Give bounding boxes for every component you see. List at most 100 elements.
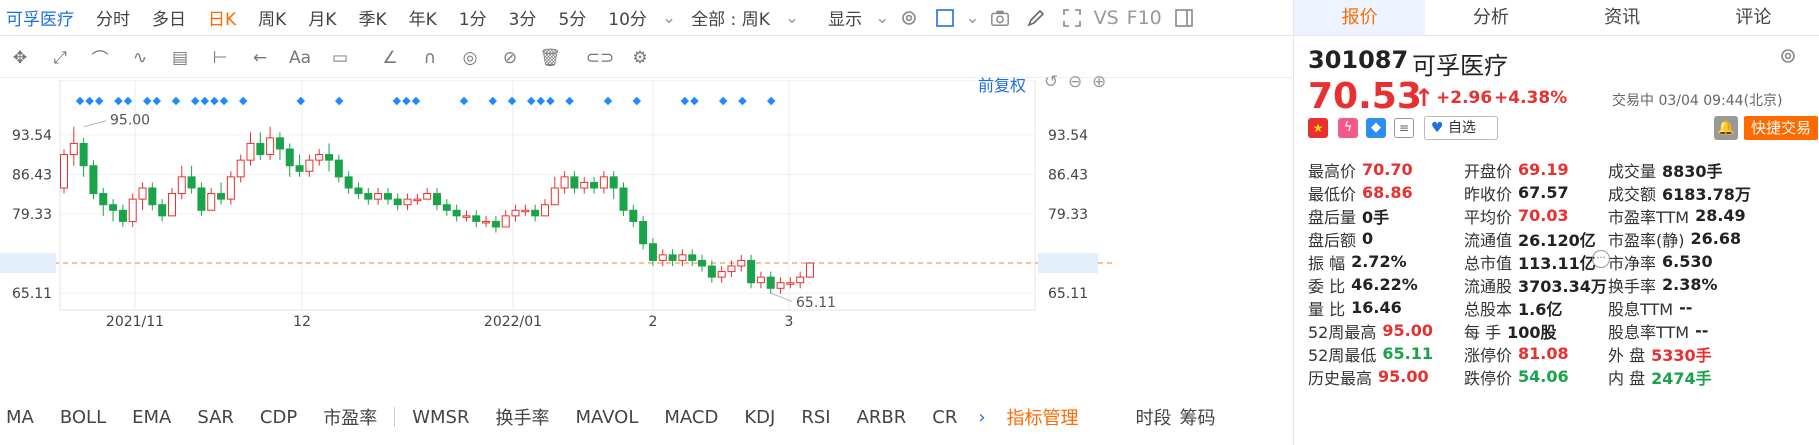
session-button[interactable]: 时段 [1132,404,1176,430]
move-icon[interactable]: ✥ [0,38,40,78]
period-tab-multiday[interactable]: 多日 [141,5,197,30]
ind-tab-cr[interactable]: CR [919,407,970,428]
magnet-icon[interactable]: ∩ [410,38,450,78]
settings-icon[interactable]: ⚙ [620,38,660,78]
tab-quote[interactable]: 报价 [1294,0,1426,35]
panel-settings-gear-icon[interactable] [1778,46,1798,70]
indicator-scroll-right-icon[interactable]: › [970,407,993,428]
quick-trade-button[interactable]: 快捷交易 [1744,116,1818,140]
vs-compare-button[interactable]: VS [1090,7,1123,29]
f10-button[interactable]: F10 [1123,7,1166,29]
event-marker [526,96,536,106]
chart-type-chevron-icon[interactable]: ⌄ [963,8,981,28]
period-tab-5min[interactable]: 5分 [547,5,597,30]
link-icon[interactable]: ⊂⊃ [580,38,620,78]
pencil-icon[interactable] [1026,8,1046,28]
chips-button[interactable]: 筹码 [1176,404,1220,430]
line-icon[interactable]: ⤢ [40,38,80,78]
ind-tab-boll[interactable]: BOLL [47,407,119,428]
polyline-icon[interactable]: ⌒ [80,38,120,78]
fullscreen-icon[interactable] [1062,8,1082,28]
fib-icon[interactable]: ▤ [160,38,200,78]
range-select[interactable]: 全部 : 周K [680,5,781,30]
ind-tab-rsi[interactable]: RSI [788,407,843,428]
candle-body [590,181,599,189]
more-circle-icon[interactable]: ··· [1592,250,1610,268]
arrow-icon[interactable]: ← [240,38,280,78]
period-tab-3min[interactable]: 3分 [498,5,548,30]
x-tick-label: 2021/11 [106,314,164,330]
indicator-divider [394,407,396,427]
period-tab-monthly-k[interactable]: 月K [297,5,347,30]
current-price-tag-left-bg [0,253,56,274]
period-dropdown-chevron-icon[interactable]: ⌄ [658,8,680,28]
event-marker [219,96,229,106]
hide-icon[interactable]: ⊘ [490,38,530,78]
period-tab-1min[interactable]: 1分 [448,5,498,30]
candle-body [334,159,343,178]
period-tab-yearly-k[interactable]: 年K [398,5,448,30]
alert-bell-icon[interactable]: 🔔 [1714,116,1738,140]
comment-icon[interactable]: ▭ [320,38,360,78]
note-icon[interactable]: ≡ [1394,118,1414,138]
adjust-mode-label[interactable]: 前复权 [978,72,1026,96]
camera-icon[interactable] [990,8,1010,28]
candle-body [678,254,687,261]
stat-value: 26.68 [1690,229,1742,248]
period-tab-10min[interactable]: 10分 [597,5,658,30]
period-tab-weekly-k[interactable]: 周K [247,5,297,30]
period-tab-quarterly-k[interactable]: 季K [347,5,397,30]
tab-comments[interactable]: 评论 [1688,0,1819,35]
tag-icon[interactable]: ◆ [1366,118,1386,138]
eye-icon[interactable]: ◎ [450,38,490,78]
zoom-in-icon[interactable]: ⊕ [1092,72,1106,92]
ind-tab-ma[interactable]: MA [0,407,47,428]
candle-body [629,209,638,222]
trash-icon[interactable]: 🗑 [530,38,570,78]
side-panel-toggle-icon[interactable] [1174,8,1194,28]
kline-chart[interactable]: 93.5493.5486.4386.4379.3379.3370.5370.53… [0,72,1293,398]
stat-label: 历史最高 [1308,368,1373,388]
lightning-icon[interactable]: ϟ [1338,118,1358,138]
display-menu[interactable]: 显示 [817,5,873,30]
y-tick-label-right: 93.54 [1048,128,1088,144]
stat-item: 内 盘 2474手 [1608,365,1712,388]
price-change-pct: +4.38% [1494,88,1568,108]
tab-news[interactable]: 资讯 [1557,0,1688,35]
zoom-out-icon[interactable]: ⊖ [1068,72,1082,92]
undo-icon[interactable]: ↺ [1044,72,1058,92]
period-tab-daily-k[interactable]: 日K [197,5,247,30]
candle-body [756,276,765,284]
ind-tab-arbr[interactable]: ARBR [844,407,920,428]
stat-label: 52周最低 [1308,345,1377,365]
settings-gear-icon[interactable] [899,8,919,28]
ind-tab-pe[interactable]: 市盈率 [310,404,390,430]
stock-name-tab[interactable]: 可孚医疗 [0,5,85,30]
stat-value: 5330手 [1651,345,1712,365]
kline-svg[interactable]: 93.5493.5486.4386.4379.3379.3370.5370.53… [0,79,1293,398]
candle-body [393,198,402,206]
indicator-manage-button[interactable]: 指标管理 [994,404,1092,430]
ind-tab-turnover[interactable]: 换手率 [482,404,562,430]
range-chevron-down-icon[interactable]: ⌄ [781,8,803,28]
ind-tab-mavol[interactable]: MAVOL [562,407,651,428]
ruler-icon[interactable]: ∠ [370,38,410,78]
wave-icon[interactable]: ∿ [120,38,160,78]
ind-tab-cdp[interactable]: CDP [247,407,310,428]
ind-tab-macd[interactable]: MACD [651,407,731,428]
chart-type-square-icon[interactable] [935,8,955,28]
stat-value: 100股 [1507,322,1557,342]
ind-tab-ema[interactable]: EMA [119,407,184,428]
event-marker [152,96,162,106]
candle-body [707,265,716,278]
ind-tab-sar[interactable]: SAR [184,407,247,428]
range-icon[interactable]: ⊢ [200,38,240,78]
display-chevron-down-icon[interactable]: ⌄ [873,8,891,28]
period-tab-fenshi[interactable]: 分时 [85,5,141,30]
candle-body [766,276,775,289]
text-tool[interactable]: Aa [280,38,320,78]
ind-tab-kdj[interactable]: KDJ [731,407,788,428]
add-watchlist-button[interactable]: ♥ 自选 [1424,116,1498,140]
tab-analysis[interactable]: 分析 [1425,0,1556,35]
ind-tab-wmsr[interactable]: WMSR [399,407,482,428]
